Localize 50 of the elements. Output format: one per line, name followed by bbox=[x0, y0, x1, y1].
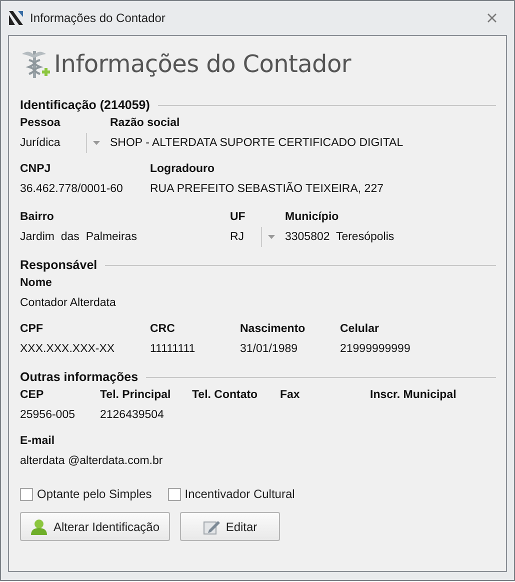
field-value: Jardim das Palmeiras bbox=[20, 231, 137, 243]
field-value: XXX.XXX.XXX-XX bbox=[20, 343, 115, 355]
field-label: Nome bbox=[20, 276, 52, 291]
caduceus-icon bbox=[20, 48, 50, 80]
field-label: CEP bbox=[20, 388, 44, 403]
field-label: Celular bbox=[340, 322, 379, 337]
field-label: Tel. Contato bbox=[192, 388, 258, 403]
section-title: Outras informações bbox=[20, 370, 138, 384]
field-value: 11111111 bbox=[150, 343, 196, 355]
section-title: Responsável bbox=[20, 258, 98, 272]
checkbox-label: Optante pelo Simples bbox=[37, 487, 152, 501]
window-title: Informações do Contador bbox=[30, 11, 166, 25]
field-value: Contador Alterdata bbox=[20, 297, 116, 309]
field-label: Razão social bbox=[110, 116, 180, 131]
dialog-heading: Informações do Contador bbox=[54, 50, 351, 78]
field-label: CPF bbox=[20, 322, 43, 337]
field-label: Logradouro bbox=[150, 162, 215, 177]
field-label: E-mail bbox=[20, 434, 55, 449]
field-label: Tel. Principal bbox=[100, 388, 171, 403]
field-value: 3305802 Teresópolis bbox=[285, 231, 394, 243]
field-label: Nascimento bbox=[240, 322, 306, 337]
checkbox[interactable] bbox=[20, 488, 33, 500]
field-value: 21999999999 bbox=[340, 343, 410, 355]
button[interactable]: Editar bbox=[180, 512, 280, 541]
dropdown-arrow-icon bbox=[268, 235, 275, 239]
section-title: Identificação (214059) bbox=[20, 98, 150, 112]
checkbox[interactable] bbox=[168, 488, 181, 500]
checkbox-label: Incentivador Cultural bbox=[184, 487, 295, 501]
field-label: UF bbox=[230, 210, 246, 225]
field-value: 2126439504 bbox=[100, 409, 164, 421]
field-value: alterdata @alterdata.com.br bbox=[20, 455, 163, 467]
dropdown-arrow-icon bbox=[93, 141, 100, 145]
close-icon bbox=[487, 13, 497, 23]
field-value: RUA PREFEITO SEBASTIÃO TEIXEIRA, 227 bbox=[150, 183, 384, 195]
field-label: CNPJ bbox=[20, 162, 51, 177]
app-logo-icon bbox=[8, 10, 24, 26]
dropdown-field[interactable]: Jurídica bbox=[20, 133, 110, 153]
button[interactable]: Alterar Identificação bbox=[20, 512, 170, 541]
field-label: CRC bbox=[150, 322, 175, 337]
dropdown-field[interactable]: RJ bbox=[230, 227, 285, 247]
field-value: 25956-005 bbox=[20, 409, 75, 421]
field-label: Fax bbox=[280, 388, 300, 403]
person-icon bbox=[30, 518, 48, 536]
field-label: Inscr. Municipal bbox=[370, 388, 456, 403]
field-value: 36.462.778/0001-60 bbox=[20, 183, 123, 195]
field-label: Município bbox=[285, 210, 339, 225]
field-value: 31/01/1989 bbox=[240, 343, 298, 355]
field-value: SHOP - ALTERDATA SUPORTE CERTIFICADO DIGITAL bbox=[110, 137, 404, 149]
field-label: Pessoa bbox=[20, 116, 60, 131]
field-label: Bairro bbox=[20, 210, 54, 225]
